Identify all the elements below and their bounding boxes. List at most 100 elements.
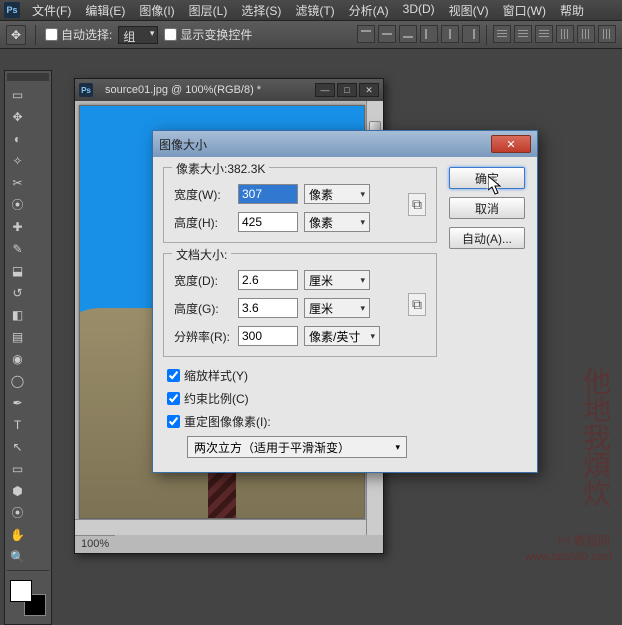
align-bottom-icon[interactable] (399, 25, 417, 43)
align-left-icon[interactable] (420, 25, 438, 43)
auto-select-checkbox[interactable]: 自动选择: (45, 26, 112, 43)
watermark-url: www.tata580.com (525, 551, 612, 563)
show-transform-checkbox[interactable]: 显示变换控件 (164, 26, 252, 43)
height-input[interactable] (238, 212, 298, 232)
show-transform-check[interactable] (164, 28, 177, 41)
distribute-3-icon[interactable] (535, 25, 553, 43)
menu-edit[interactable]: 编辑(E) (79, 0, 131, 21)
width-input[interactable] (238, 184, 298, 204)
scale-styles-check[interactable] (167, 369, 180, 382)
brush-tool-icon[interactable]: ✎ (7, 238, 28, 259)
menu-help[interactable]: 帮助 (554, 0, 590, 21)
height-unit-select[interactable]: 像素 (304, 212, 370, 232)
eraser-tool-icon[interactable]: ◧ (7, 304, 28, 325)
menu-filter[interactable]: 滤镜(T) (289, 0, 340, 21)
move-tool-icon[interactable]: ✥ (6, 25, 26, 45)
constrain-label: 约束比例(C) (184, 390, 249, 407)
pixel-dimensions-group: 像素大小:382.3K 宽度(W): 像素 高度(H): 像素 ⧉ (163, 167, 437, 243)
type-tool-icon[interactable]: T (7, 414, 28, 435)
constrain-checkbox[interactable]: 约束比例(C) (167, 390, 527, 407)
watermark-site: PS 教程网 (558, 532, 610, 549)
auto-select-check[interactable] (45, 28, 58, 41)
dialog-titlebar[interactable]: 图像大小 ✕ (153, 131, 537, 157)
doc-width-unit-select[interactable]: 厘米 (304, 270, 370, 290)
menu-file[interactable]: 文件(F) (26, 0, 77, 21)
menu-analysis[interactable]: 分析(A) (343, 0, 395, 21)
chain-icon[interactable]: ⧉ (408, 193, 426, 216)
document-size-label: 文档大小: (172, 246, 231, 263)
pen-tool-icon[interactable]: ✒ (7, 392, 28, 413)
color-swatches[interactable] (8, 578, 48, 618)
dialog-close-button[interactable]: ✕ (491, 135, 531, 153)
maximize-button[interactable]: □ (337, 83, 357, 97)
menu-bar: 文件(F) 编辑(E) 图像(I) 图层(L) 选择(S) 滤镜(T) 分析(A… (26, 0, 590, 21)
crop-tool-icon[interactable]: ✂ (7, 172, 28, 193)
height-label: 高度(H): (174, 214, 232, 231)
eyedropper-tool-icon[interactable]: ⦿ (7, 194, 28, 215)
distribute-5-icon[interactable] (577, 25, 595, 43)
stamp-tool-icon[interactable]: ⬓ (7, 260, 28, 281)
marquee-tool-icon[interactable]: ▭ (7, 84, 28, 105)
foreground-swatch[interactable] (10, 580, 32, 602)
auto-button[interactable]: 自动(A)... (449, 227, 525, 249)
3d-tool-icon[interactable]: ⬢ (7, 480, 28, 501)
align-buttons (357, 25, 616, 45)
dodge-tool-icon[interactable]: ◯ (7, 370, 28, 391)
tools-panel: ▭ ✥ ◐ ✧ ✂ ⦿ ✚ ✎ ⬓ ↺ ◧ ▤ ◉ ◯ ✒ T ↖ ▭ ⬢ ⦿ … (4, 70, 52, 625)
resample-label: 重定图像像素(I): (184, 413, 271, 430)
menu-3d[interactable]: 3D(D) (397, 0, 441, 21)
history-brush-tool-icon[interactable]: ↺ (7, 282, 28, 303)
blur-tool-icon[interactable]: ◉ (7, 348, 28, 369)
resample-method-select[interactable]: 两次立方（适用于平滑渐变） (187, 436, 407, 458)
distribute-4-icon[interactable] (556, 25, 574, 43)
distribute-6-icon[interactable] (598, 25, 616, 43)
dialog-title: 图像大小 (159, 136, 491, 153)
separator (486, 25, 487, 45)
horizontal-scrollbar[interactable] (75, 519, 366, 535)
shape-tool-icon[interactable]: ▭ (7, 458, 28, 479)
minimize-button[interactable]: — (315, 83, 335, 97)
width-unit-select[interactable]: 像素 (304, 184, 370, 204)
ok-button[interactable]: 确定 (449, 167, 525, 189)
doc-height-unit-select[interactable]: 厘米 (304, 298, 370, 318)
align-right-icon[interactable] (462, 25, 480, 43)
gradient-tool-icon[interactable]: ▤ (7, 326, 28, 347)
menu-select[interactable]: 选择(S) (235, 0, 287, 21)
document-titlebar[interactable]: Ps source01.jpg @ 100%(RGB/8) * — □ ✕ (75, 79, 383, 101)
resample-checkbox[interactable]: 重定图像像素(I): (167, 413, 527, 430)
menu-view[interactable]: 视图(V) (443, 0, 495, 21)
auto-select-label: 自动选择: (61, 26, 112, 43)
scale-styles-label: 缩放样式(Y) (184, 367, 248, 384)
chain-icon[interactable]: ⧉ (408, 293, 426, 316)
hand-tool-icon[interactable]: ✋ (7, 524, 28, 545)
healing-tool-icon[interactable]: ✚ (7, 216, 28, 237)
scale-styles-checkbox[interactable]: 缩放样式(Y) (167, 367, 527, 384)
menu-image[interactable]: 图像(I) (133, 0, 180, 21)
tools-panel-grip[interactable] (7, 73, 49, 81)
resample-check[interactable] (167, 415, 180, 428)
distribute-2-icon[interactable] (514, 25, 532, 43)
auto-select-target[interactable]: 组 (118, 26, 158, 44)
lasso-tool-icon[interactable]: ◐ (7, 128, 28, 149)
doc-width-input[interactable] (238, 270, 298, 290)
align-hcenter-icon[interactable] (441, 25, 459, 43)
document-zoom-status[interactable]: 100% (75, 535, 115, 553)
doc-ps-icon: Ps (79, 83, 93, 97)
menu-window[interactable]: 窗口(W) (497, 0, 552, 21)
constrain-check[interactable] (167, 392, 180, 405)
align-top-icon[interactable] (357, 25, 375, 43)
distribute-1-icon[interactable] (493, 25, 511, 43)
resolution-input[interactable] (238, 326, 298, 346)
move-tool-icon[interactable]: ✥ (7, 106, 28, 127)
zoom-tool-icon[interactable]: 🔍 (7, 546, 28, 567)
wand-tool-icon[interactable]: ✧ (7, 150, 28, 171)
doc-height-input[interactable] (238, 298, 298, 318)
resolution-unit-select[interactable]: 像素/英寸 (304, 326, 380, 346)
pixel-dimensions-label: 像素大小:382.3K (172, 160, 269, 177)
close-button[interactable]: ✕ (359, 83, 379, 97)
menu-layer[interactable]: 图层(L) (183, 0, 234, 21)
3d-camera-tool-icon[interactable]: ⦿ (7, 502, 28, 523)
align-vcenter-icon[interactable] (378, 25, 396, 43)
cancel-button[interactable]: 取消 (449, 197, 525, 219)
path-select-tool-icon[interactable]: ↖ (7, 436, 28, 457)
